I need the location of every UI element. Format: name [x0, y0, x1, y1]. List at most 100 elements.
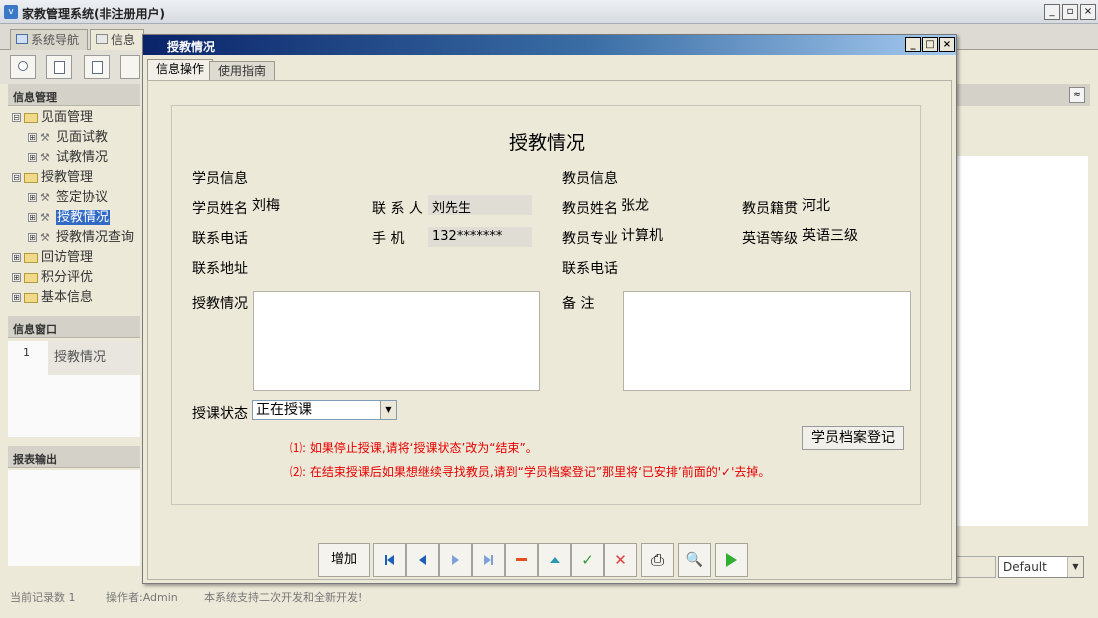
- remarks-textarea[interactable]: [623, 291, 911, 391]
- main-title-bar: v 家教管理系统(非注册用户) _ ▫ ×: [0, 0, 1098, 24]
- expand-icon[interactable]: ⊞: [28, 193, 37, 202]
- folder-icon: [24, 172, 38, 183]
- english-level-value: 英语三级: [802, 228, 858, 244]
- teacher-name-value: 张龙: [621, 198, 649, 214]
- printer-icon: ⎙: [651, 550, 664, 569]
- mobile-field[interactable]: 132*******: [428, 227, 532, 247]
- tab-system-nav[interactable]: 系统导航: [10, 29, 89, 50]
- right-content-area: [956, 156, 1088, 526]
- app-icon: v: [4, 5, 18, 19]
- nav-first-button[interactable]: [373, 543, 406, 577]
- folder-icon: [24, 112, 38, 123]
- contact-field[interactable]: 刘先生: [428, 195, 532, 216]
- nav-cancel-button[interactable]: ✕: [604, 543, 637, 577]
- play-icon: [726, 552, 737, 567]
- teaching-status-textarea[interactable]: [253, 291, 540, 391]
- close-button[interactable]: ×: [1080, 4, 1096, 20]
- collapse-panel-button[interactable]: ≈: [1069, 87, 1085, 103]
- info-window-item[interactable]: 授教情况: [48, 341, 140, 375]
- dialog-title-bar: 授教情况 _ □ ×: [143, 35, 956, 55]
- tools-icon: ⚒: [40, 210, 50, 224]
- list-icon: [54, 61, 65, 74]
- tree-item-trial-status[interactable]: ⊞ ⚒ 试教情况: [28, 148, 108, 168]
- student-archive-button[interactable]: 学员档案登记: [802, 426, 904, 450]
- report-header: 报表输出: [8, 446, 140, 468]
- expand-icon[interactable]: ⊞: [28, 233, 37, 242]
- remarks-label: 备 注: [562, 296, 595, 312]
- course-status-select[interactable]: 正在授课 ▼: [252, 400, 397, 420]
- folder-icon: [24, 252, 38, 263]
- student-section-label: 学员信息: [192, 171, 248, 187]
- tools-icon: ⚒: [40, 150, 50, 164]
- style-select-value: Default: [1003, 560, 1047, 574]
- teacher-phone-label: 联系电话: [562, 261, 618, 277]
- minimize-button[interactable]: _: [1044, 4, 1060, 20]
- add-button[interactable]: 增加: [318, 543, 370, 577]
- info-manage-header: 信息管理: [8, 84, 140, 106]
- toolbar-list-button[interactable]: [46, 55, 72, 79]
- teacher-name-label: 教员姓名: [562, 201, 618, 217]
- status-bar: 当前记录数 1 操作者:Admin 本系统支持二次开发和全新开发!: [0, 585, 1098, 618]
- tree-item-meeting-trial[interactable]: ⊞ ⚒ 见面试教: [28, 128, 108, 148]
- nav-post-button[interactable]: ✓: [571, 543, 604, 577]
- expand-icon[interactable]: ⊞: [12, 293, 21, 302]
- expand-icon[interactable]: ⊞: [28, 133, 37, 142]
- app-title: 家教管理系统(非注册用户): [22, 7, 165, 21]
- nav-last-button[interactable]: [472, 543, 505, 577]
- tree-folder-teaching[interactable]: ⊟ 授教管理: [12, 168, 93, 188]
- edit-icon: [549, 556, 560, 563]
- search-icon: [18, 61, 28, 71]
- tab-info-operation[interactable]: 信息操作: [147, 59, 214, 81]
- run-button[interactable]: [715, 543, 748, 577]
- magnifier-icon: 🔍: [685, 552, 704, 568]
- teaching-status-dialog: 授教情况 _ □ × 信息操作 使用指南 授教情况 学员信息 教员信息 学员姓名…: [142, 34, 957, 584]
- nav-prior-button[interactable]: [406, 543, 439, 577]
- next-icon: [452, 554, 459, 565]
- operator: 操作者:Admin: [106, 591, 178, 604]
- right-blank-field[interactable]: [956, 556, 996, 578]
- teaching-status-text-label: 授教情况: [192, 296, 248, 312]
- expand-icon[interactable]: ⊞: [12, 273, 21, 282]
- tree-folder-meeting[interactable]: ⊟ 见面管理: [12, 108, 93, 128]
- collapse-icon[interactable]: ⊟: [12, 113, 21, 122]
- status-message: 本系统支持二次开发和全新开发!: [204, 591, 363, 604]
- tab-info[interactable]: 信息: [90, 29, 145, 50]
- student-name-label: 学员姓名: [192, 201, 248, 217]
- english-level-label: 英语等级: [742, 231, 798, 247]
- nav-edit-button[interactable]: [538, 543, 571, 577]
- toolbar-search-button[interactable]: [10, 55, 36, 79]
- tree-item-teaching-status[interactable]: ⊞ ⚒ 授教情况: [28, 208, 111, 228]
- tree-folder-points[interactable]: ⊞ 积分评优: [12, 268, 93, 288]
- student-name-value: 刘梅: [252, 198, 280, 214]
- expand-icon[interactable]: ⊞: [28, 153, 37, 162]
- chevron-down-icon[interactable]: ▼: [1067, 557, 1083, 577]
- prior-icon: [419, 554, 426, 565]
- print-button[interactable]: ⎙: [641, 543, 674, 577]
- teacher-section-label: 教员信息: [562, 171, 618, 187]
- nav-next-button[interactable]: [439, 543, 472, 577]
- tree-folder-basic-info[interactable]: ⊞ 基本信息: [12, 288, 93, 308]
- tree-item-teaching-query[interactable]: ⊞ ⚒ 授教情况查询: [28, 228, 134, 248]
- toolbar-document-button[interactable]: [84, 55, 110, 79]
- dialog-minimize-button[interactable]: _: [905, 37, 921, 52]
- expand-icon[interactable]: ⊞: [12, 253, 21, 262]
- nav-delete-button[interactable]: [505, 543, 538, 577]
- dialog-maximize-button[interactable]: □: [922, 37, 938, 52]
- tree-folder-revisit[interactable]: ⊞ 回访管理: [12, 248, 93, 268]
- preview-button[interactable]: 🔍: [678, 543, 711, 577]
- monitor-icon: [16, 34, 28, 44]
- collapse-icon[interactable]: ⊟: [12, 173, 21, 182]
- expand-icon[interactable]: ⊞: [28, 213, 37, 222]
- tree-item-sign-agreement[interactable]: ⊞ ⚒ 签定协议: [28, 188, 108, 208]
- chevron-down-icon[interactable]: ▼: [380, 401, 396, 419]
- folder-icon: [24, 272, 38, 283]
- toolbar-user-button[interactable]: [120, 55, 140, 79]
- restore-button[interactable]: ▫: [1062, 4, 1078, 20]
- teacher-origin-value: 河北: [802, 198, 830, 214]
- dialog-close-button[interactable]: ×: [939, 37, 955, 52]
- style-select[interactable]: Default ▼: [998, 556, 1084, 578]
- report-output-area: [8, 470, 140, 566]
- tab-user-guide[interactable]: 使用指南: [209, 61, 276, 81]
- course-status-value: 正在授课: [256, 402, 312, 418]
- contact-label: 联 系 人: [372, 201, 423, 217]
